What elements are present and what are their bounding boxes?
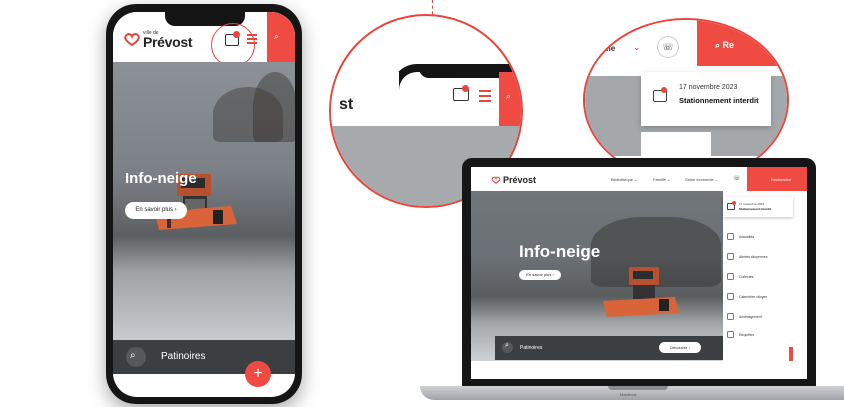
tree-shape xyxy=(253,72,295,142)
menu-icon[interactable] xyxy=(479,90,491,105)
search-icon: ⌕ xyxy=(505,342,509,349)
nav-item[interactable]: Bibliothèque ⌄ xyxy=(611,177,637,182)
side-menu-item[interactable]: Collectes xyxy=(739,275,753,279)
add-button[interactable]: + xyxy=(245,361,271,387)
side-menu-item[interactable]: Alertes citoyennes xyxy=(739,255,768,259)
nav-item[interactable]: Famille ⌄ xyxy=(653,177,670,182)
phone-icon[interactable]: ☏ xyxy=(733,175,741,182)
search-block[interactable] xyxy=(499,72,521,126)
news-icon xyxy=(727,233,734,240)
notice-date: 17 novembre 2023 xyxy=(739,202,765,206)
phone-notch xyxy=(419,64,509,78)
alert-dot-icon xyxy=(462,85,469,92)
side-menu-item[interactable]: Aménagement xyxy=(739,315,762,319)
logo-text[interactable]: Prévost xyxy=(143,34,193,50)
alert-dot-icon xyxy=(661,87,667,93)
side-menu xyxy=(723,191,807,379)
snowplow-image xyxy=(603,267,679,317)
phone-icon[interactable]: ☏ xyxy=(657,36,679,58)
laptop-notch xyxy=(608,386,668,390)
notice-date: 17 novembre 2023 xyxy=(679,84,738,91)
search-icon[interactable]: ⌕ xyxy=(274,31,279,42)
search-block[interactable] xyxy=(697,20,787,66)
chevron-down-icon[interactable]: ⌄ xyxy=(633,42,641,53)
search-icon[interactable]: ⌕ xyxy=(506,92,510,102)
nav-item[interactable]: Saine économie ⌄ xyxy=(685,177,718,182)
notice-subject: Stationnement interdit xyxy=(739,207,771,211)
tree-icon xyxy=(727,313,734,320)
laptop-screen: Prévost Bibliothèque ⌄ Famille ⌄ Saine é… xyxy=(471,167,807,379)
scroll-indicator xyxy=(789,347,793,361)
trash-icon xyxy=(727,273,734,280)
bottom-search-label[interactable]: Patinoires xyxy=(161,351,205,362)
hero-title: Info-neige xyxy=(125,170,197,187)
search-label[interactable]: ⌕ Re xyxy=(715,40,734,51)
search-block[interactable] xyxy=(267,12,295,62)
notice-subject: Stationnement interdit xyxy=(679,96,759,105)
warning-icon xyxy=(727,331,734,338)
side-menu-item[interactable]: Actualités xyxy=(739,235,754,239)
learn-more-button[interactable]: En savoir plus › xyxy=(519,270,561,280)
discover-button[interactable]: Découvrir › xyxy=(659,342,701,353)
side-menu-item[interactable]: Requêtes xyxy=(739,333,754,337)
hero-title: Info-neige xyxy=(519,242,601,261)
bottom-search-label[interactable]: Patinoires xyxy=(520,345,542,351)
logo-text[interactable]: Prévost xyxy=(503,175,536,185)
side-menu-item[interactable]: Calendrier citoyen xyxy=(739,295,767,299)
search-icon: ⌕ xyxy=(130,350,136,361)
nav-select[interactable]: isme xyxy=(597,44,615,53)
search-circle[interactable] xyxy=(126,347,146,367)
calendar-icon xyxy=(727,293,734,300)
logo-icon xyxy=(491,176,501,184)
logo-icon xyxy=(124,33,140,46)
learn-more-button[interactable]: En savoir plus › xyxy=(125,202,187,219)
highlight-circle xyxy=(211,23,255,67)
megaphone-icon xyxy=(727,253,734,260)
logo-text-fragment: st xyxy=(339,96,354,113)
alert-dot-icon xyxy=(732,201,736,205)
phone-screen: ville de Prévost ⌕ Info-neige En savoir … xyxy=(113,12,295,397)
search-label[interactable]: Rechercher xyxy=(771,177,792,182)
laptop-brand: MacBook xyxy=(620,392,637,397)
